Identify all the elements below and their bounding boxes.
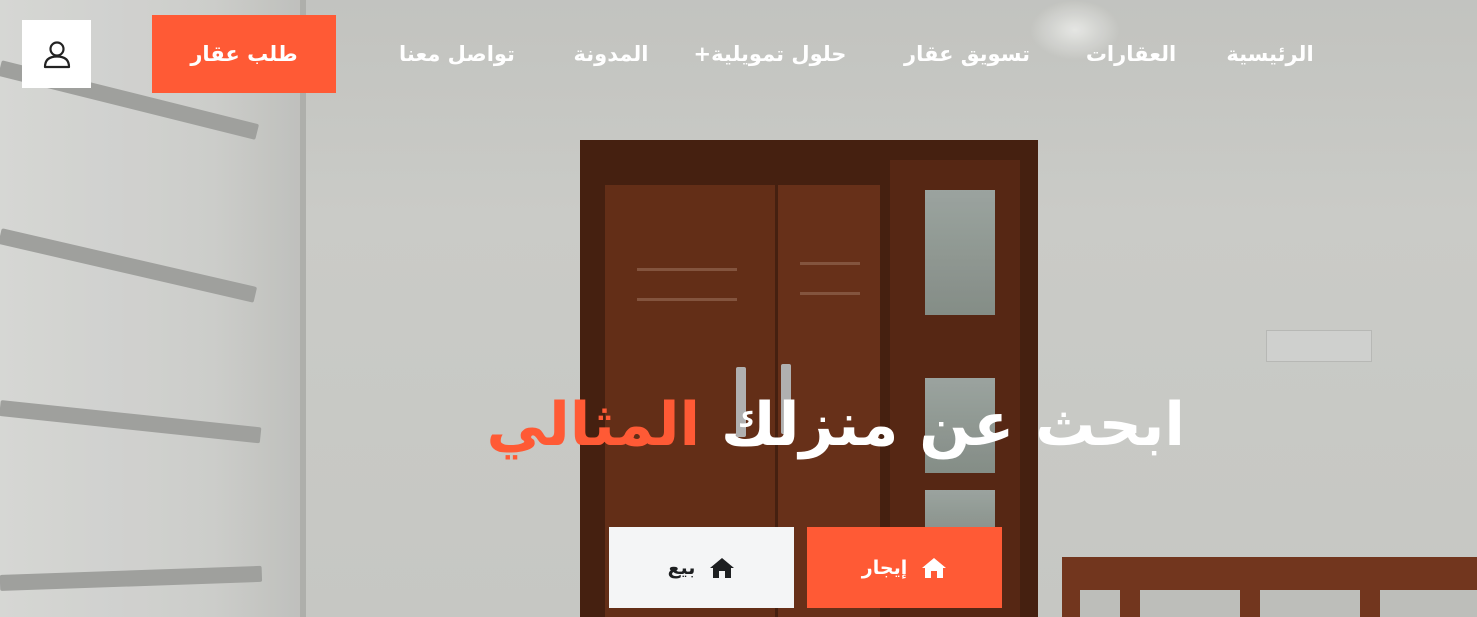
nav-item-blog[interactable]: المدونة (560, 38, 662, 70)
user-icon (43, 41, 70, 69)
nav-item-home[interactable]: الرئيسية (1212, 38, 1328, 70)
user-account-button[interactable] (22, 20, 91, 88)
nav-item-properties[interactable]: العقارات (1076, 38, 1186, 70)
tab-sale-label: بيع (667, 556, 696, 579)
nav-item-financing-solutions[interactable]: حلول تمويلية+ (680, 38, 860, 70)
request-property-button[interactable]: طلب عقار (152, 15, 336, 93)
tab-sale[interactable]: بيع (609, 527, 794, 608)
nav-item-contact[interactable]: تواصل معنا (390, 38, 524, 70)
nav-item-property-marketing[interactable]: تسويق عقار (895, 38, 1039, 70)
tab-rent[interactable]: إيجار (807, 527, 1002, 608)
hero-headline-accent: المثالي (486, 390, 701, 460)
tab-rent-label: إيجار (861, 556, 908, 579)
hero-headline-main: ابحث عن منزلك (721, 390, 1185, 460)
hero-headline: ابحث عن منزلك المثالي (380, 385, 1185, 465)
home-icon (922, 557, 947, 578)
home-icon (710, 557, 735, 578)
